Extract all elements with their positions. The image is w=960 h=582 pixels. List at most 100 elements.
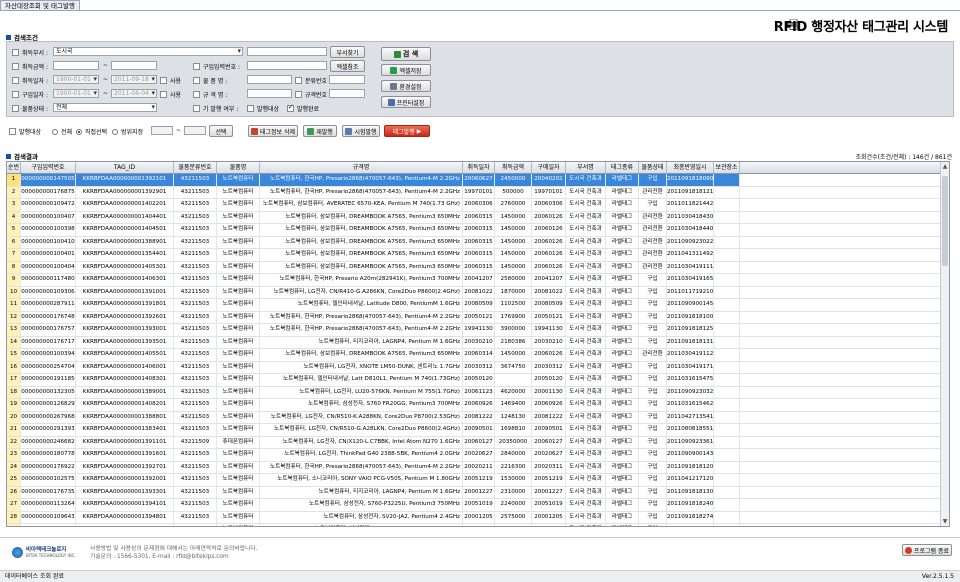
range-to-input[interactable]: [184, 126, 206, 135]
dept-text-input[interactable]: [247, 47, 327, 56]
column-header[interactable]: 구입입력번호: [21, 162, 76, 173]
column-header[interactable]: 보관장소: [714, 162, 740, 173]
scroll-up-icon[interactable]: ▲: [941, 162, 949, 171]
radio-range[interactable]: 범위지정: [112, 127, 143, 136]
table-row[interactable]: 16 000000000254704 KKRBFDAA000000001406001…: [7, 361, 949, 374]
table-row[interactable]: 29000000000102555KKRBFDAA000000001395501…: [7, 524, 949, 526]
dept-checkbox[interactable]: [12, 49, 19, 56]
purchase-no-checkbox[interactable]: [193, 63, 200, 70]
column-header[interactable]: 취득일자: [463, 162, 495, 173]
acq-date-checkbox[interactable]: [12, 77, 19, 84]
column-header[interactable]: 태그종류: [606, 162, 639, 173]
table-row[interactable]: 1 000000000147505 KKRBFDAA000000001392101 4…: [7, 174, 949, 187]
excel-ref-button[interactable]: 엑셀참조: [330, 60, 365, 72]
column-header[interactable]: 규격명: [260, 162, 463, 173]
results-grid[interactable]: 순번 구입입력번호 TAG_ID 물품분류번호 물품명 규격명 취득일자 취득금액 구매일자 부서…: [6, 161, 950, 527]
exit-program-button[interactable]: 프로그램 종료: [902, 544, 952, 556]
spec-no-input[interactable]: [329, 89, 365, 98]
table-row[interactable]: 10 000000000109306 KKRBFDAA000000001391001…: [7, 286, 949, 299]
acq-date-to[interactable]: 2011-09-18: [111, 75, 157, 84]
column-header[interactable]: 물품분류번호: [174, 162, 217, 173]
table-row[interactable]: 12 000000000176748 KKRBFDAA000000001392601…: [7, 311, 949, 324]
radio-all-button[interactable]: [52, 128, 58, 135]
select-button[interactable]: 선택: [209, 125, 233, 137]
table-row[interactable]: 6 000000000100410 KKRBFDAA000000001388901 4…: [7, 236, 949, 249]
amount-from-input[interactable]: [53, 61, 99, 70]
table-row[interactable]: 17 000000000191185 KKRBFDAA000000001408301…: [7, 374, 949, 387]
status-checkbox[interactable]: [12, 105, 19, 112]
unissued-checkbox[interactable]: [247, 105, 254, 112]
column-header[interactable]: 부서명: [566, 162, 606, 173]
spec-name-input[interactable]: [247, 89, 292, 98]
table-row[interactable]: 11 000000000287911 KKRBFDAA000000001391801…: [7, 299, 949, 312]
dept-select[interactable]: 도시국: [53, 47, 243, 56]
class-no-checkbox[interactable]: [295, 77, 302, 84]
table-row[interactable]: 2 000000000176875 KKRBFDAA000000001392901 4…: [7, 186, 949, 199]
tag-issue-button[interactable]: 태그발행 ▶: [384, 125, 430, 137]
column-header[interactable]: 취득금액: [495, 162, 532, 173]
table-row[interactable]: 25 000000000102575 KKRBFDAA000000001392001…: [7, 474, 949, 487]
radio-range-button[interactable]: [112, 128, 118, 135]
range-from-input[interactable]: [151, 126, 173, 135]
tag-info-delete-button[interactable]: 태그정보 삭제: [248, 125, 298, 137]
spec-no-checkbox[interactable]: [295, 91, 302, 98]
issued-checkbox[interactable]: [287, 103, 294, 112]
issued-option[interactable]: 발행완료: [287, 103, 319, 113]
buy-date-to[interactable]: 2011-06-04: [111, 89, 157, 98]
table-row[interactable]: 18 000000000132305 KKRBFDAA000000001389001…: [7, 386, 949, 399]
table-row[interactable]: 8 000000000100404 KKRBFDAA000000001405301 4…: [7, 261, 949, 274]
acq-date-from[interactable]: 1900-01-01: [53, 75, 99, 84]
acq-use-checkbox[interactable]: [160, 77, 167, 84]
test-issue-button[interactable]: 시험발행: [342, 125, 380, 137]
table-row[interactable]: 4 000000000100407 KKRBFDAA000000001404401 4…: [7, 211, 949, 224]
buy-date-checkbox[interactable]: [12, 91, 19, 98]
column-header[interactable]: 구매일자: [532, 162, 566, 173]
issue-target-checkbox[interactable]: [9, 128, 16, 135]
buy-date-from[interactable]: 1900-01-01: [53, 89, 99, 98]
item-name-checkbox[interactable]: [193, 77, 200, 84]
vertical-scrollbar[interactable]: ▲ ▼: [940, 162, 949, 526]
column-header[interactable]: 순번: [7, 162, 21, 173]
search-button[interactable]: 검 색: [381, 47, 431, 61]
table-row[interactable]: 13 000000000176757 KKRBFDAA000000001393001…: [7, 324, 949, 337]
scroll-thumb[interactable]: [942, 176, 948, 266]
buy-use-checkbox[interactable]: [160, 91, 167, 98]
table-row[interactable]: 21 000000000291393 KKRBFDAA000000001383401…: [7, 424, 949, 437]
column-header[interactable]: 물품명: [217, 162, 260, 173]
column-header[interactable]: 최종반영일시: [667, 162, 714, 173]
table-row[interactable]: 7 000000000100401 KKRBFDAA000000001354401 4…: [7, 249, 949, 262]
table-row[interactable]: 19 000000000126829 KKRBFDAA000000001408201…: [7, 399, 949, 412]
spec-name-checkbox[interactable]: [193, 91, 200, 98]
table-row[interactable]: 22 000000000246682 KKRBFDAA000000001391101…: [7, 436, 949, 449]
table-row[interactable]: 26 000000000176735 KKRBFDAA000000001393301…: [7, 486, 949, 499]
table-row[interactable]: 20 000000000267968 KKRBFDAA000000001388801…: [7, 411, 949, 424]
purchase-no-input[interactable]: [247, 61, 327, 70]
table-row[interactable]: 9 000000000117480 KKRBFDAA000000001406301 4…: [7, 274, 949, 287]
class-no-input[interactable]: [329, 75, 365, 84]
table-row[interactable]: 14 000000000176717 KKRBFDAA000000001393501…: [7, 336, 949, 349]
column-header[interactable]: TAG_ID: [76, 162, 174, 173]
item-name-input[interactable]: [247, 75, 292, 84]
radio-direct[interactable]: 직접선택: [76, 127, 107, 136]
amount-checkbox[interactable]: [12, 63, 19, 70]
table-row[interactable]: 27 000000000113264 KKRBFDAA000000001394101…: [7, 499, 949, 512]
table-row[interactable]: 24 000000000176922 KKRBFDAA000000001392701…: [7, 461, 949, 474]
table-row[interactable]: 28 000000000109643 KKRBFDAA000000001394801…: [7, 511, 949, 524]
excel-save-button[interactable]: 엑셀저장: [381, 64, 431, 76]
unissued-option[interactable]: 발행대상: [247, 104, 279, 113]
amount-to-input[interactable]: [111, 61, 157, 70]
column-header[interactable]: 물품상태: [639, 162, 667, 173]
scroll-down-icon[interactable]: ▼: [941, 517, 949, 526]
table-row[interactable]: 23 000000000180778 KKRBFDAA000000001391601…: [7, 449, 949, 462]
table-row[interactable]: 15 000000000100394 KKRBFDAA000000001405501…: [7, 349, 949, 362]
reissue-button[interactable]: 재발행: [303, 125, 337, 137]
status-select[interactable]: 전체: [53, 103, 157, 112]
env-settings-button[interactable]: 환경설정: [381, 80, 431, 92]
table-row[interactable]: 3 000000000109472 KKRBFDAA000000001402201 4…: [7, 199, 949, 212]
printer-settings-button[interactable]: 프린터설정: [381, 96, 431, 108]
tag-issue-checkbox[interactable]: [193, 105, 200, 112]
table-row[interactable]: 5 000000000100398 KKRBFDAA000000001404501 4…: [7, 224, 949, 237]
radio-all[interactable]: 전체: [52, 127, 72, 136]
dept-search-button[interactable]: 부서찾기: [330, 46, 365, 58]
radio-direct-button[interactable]: [76, 128, 82, 135]
